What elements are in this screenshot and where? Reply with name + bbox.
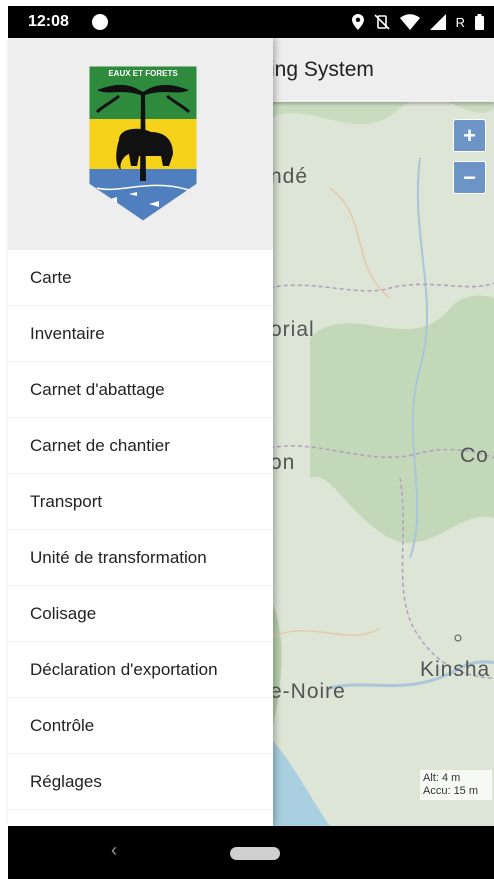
drawer-header: EAUX ET FORETS	[8, 38, 273, 250]
accuracy-text: Accu: 15 m	[423, 785, 479, 797]
app-bar: ing System	[270, 38, 494, 102]
map-label: on	[270, 451, 296, 474]
eaux-et-forets-logo: EAUX ET FORETS	[89, 66, 197, 221]
home-pill-icon[interactable]	[230, 847, 280, 860]
zoom-in-button[interactable]: +	[453, 119, 486, 152]
menu-item-carnet-chantier[interactable]: Carnet de chantier	[8, 418, 273, 474]
vibrate-off-icon	[374, 14, 390, 30]
notification-dot-icon	[92, 14, 108, 30]
menu-item-colisage[interactable]: Colisage	[8, 586, 273, 642]
app-title: ing System	[270, 58, 374, 81]
signal-icon	[429, 14, 446, 30]
menu-item-controle[interactable]: Contrôle	[8, 698, 273, 754]
map-label: orial	[270, 318, 315, 341]
logo-text: EAUX ET FORETS	[108, 69, 178, 78]
battery-icon	[475, 14, 484, 30]
menu-item-unite-transformation[interactable]: Unité de transformation	[8, 530, 273, 586]
map-label: e-Noire	[270, 680, 346, 703]
location-icon	[351, 14, 364, 30]
menu-item-carnet-abattage[interactable]: Carnet d'abattage	[8, 362, 273, 418]
map-label: Kinsha	[420, 658, 491, 681]
status-time: 12:08	[28, 13, 69, 30]
back-chevron-icon[interactable]: ‹	[111, 840, 117, 861]
map-tiles	[270, 38, 494, 826]
roaming-icon: R	[455, 14, 465, 30]
map-label: Co	[460, 444, 489, 467]
menu-item-declaration-exportation[interactable]: Déclaration d'exportation	[8, 642, 273, 698]
status-bar: 12:08 R	[8, 6, 494, 38]
menu-item-reglages[interactable]: Réglages	[8, 754, 273, 810]
menu-item-carte[interactable]: Carte	[8, 250, 273, 306]
wifi-icon	[399, 14, 420, 30]
drawer-menu: Carte Inventaire Carnet d'abattage Carne…	[8, 250, 273, 810]
zoom-out-button[interactable]: −	[453, 161, 486, 194]
map-view[interactable]: ndé orial on Co Kinsha e-Noire	[270, 38, 494, 826]
menu-item-transport[interactable]: Transport	[8, 474, 273, 530]
menu-item-inventaire[interactable]: Inventaire	[8, 306, 273, 362]
screen-border-left	[0, 0, 8, 879]
navigation-drawer: EAUX ET FORETS Carte Inventaire Carnet d…	[8, 38, 273, 826]
system-nav-bar: ‹	[8, 826, 494, 879]
altitude-text: Alt: 4 m	[423, 772, 461, 784]
gps-readout: Alt: 4 m Accu: 15 m	[420, 770, 492, 800]
status-icons: R	[351, 12, 484, 32]
map-label: ndé	[270, 165, 309, 188]
